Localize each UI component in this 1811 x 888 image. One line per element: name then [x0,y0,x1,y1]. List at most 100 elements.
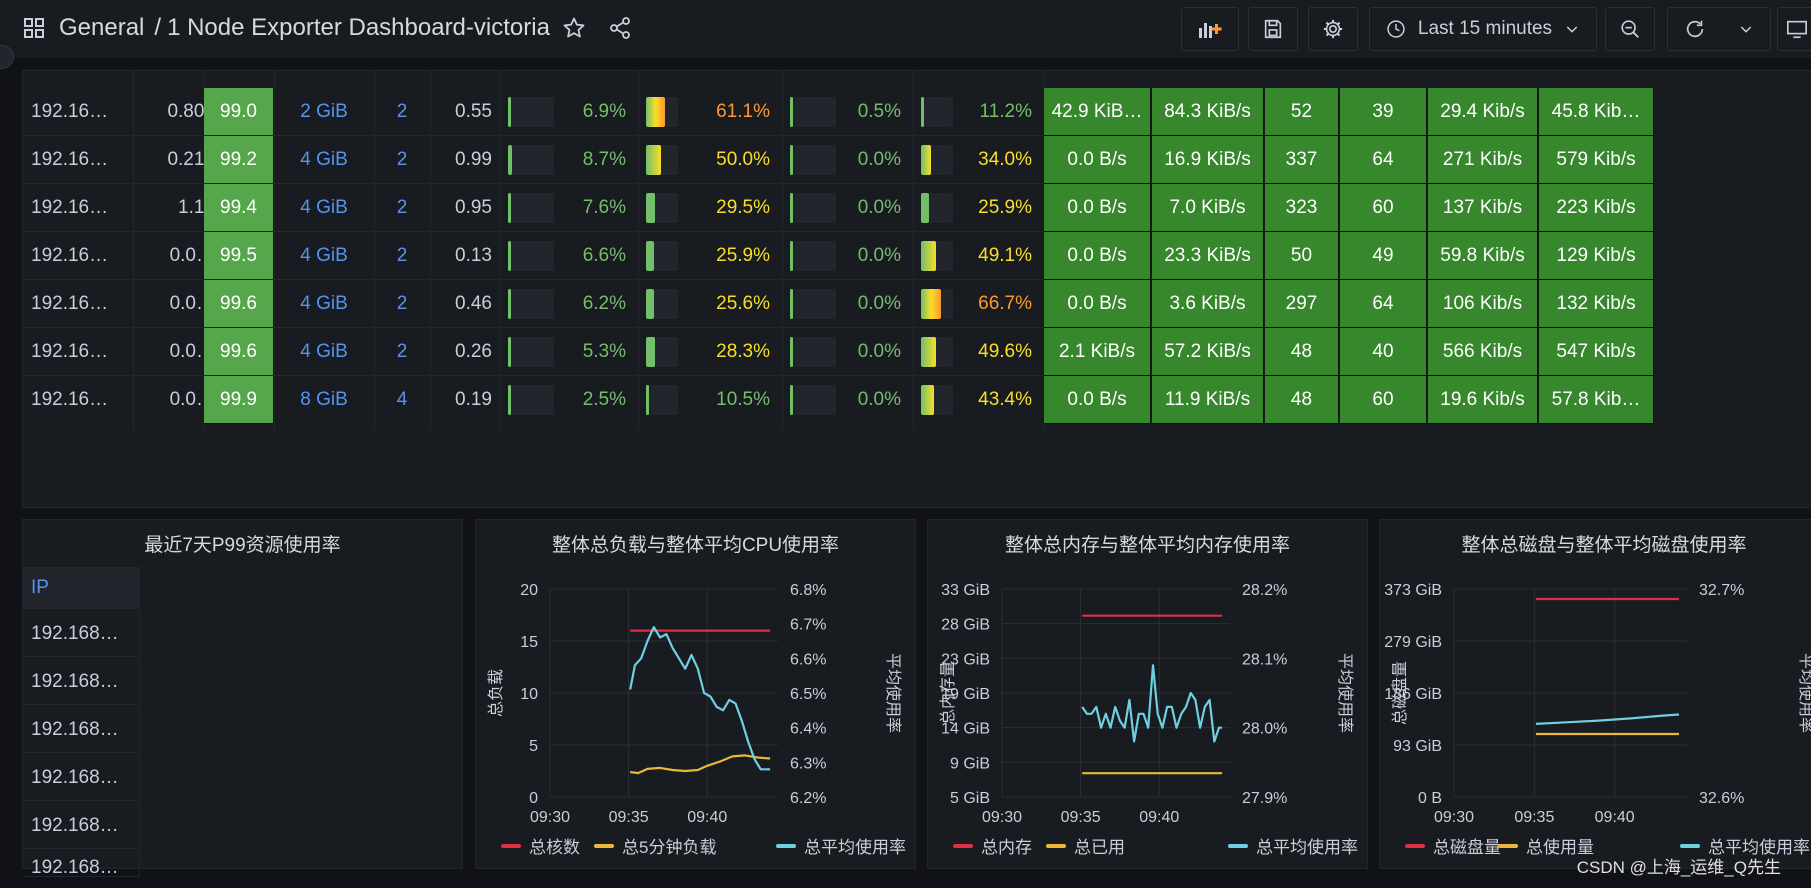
refresh-button[interactable] [1667,7,1771,51]
x-tick-label: 09:30 [1434,809,1474,826]
legend-swatch [594,843,614,848]
legend-swatch [1046,843,1066,848]
list-item[interactable]: 192.168… [23,801,140,849]
add-panel-button[interactable] [1181,7,1239,51]
gauge-value: 61.1% [716,100,770,122]
cell-ip[interactable]: 192.16… [23,232,133,279]
series-line [1081,664,1223,743]
apps-grid-icon[interactable] [24,18,44,38]
legend-item[interactable]: 总核数 [501,833,580,858]
gauge-value: 34.0% [978,148,1032,170]
y2-tick-label: 28.1% [1242,651,1287,668]
gauge-value: 10.5% [716,388,770,410]
gauge-bar [646,193,678,223]
gauge-cell-memu: 61.1% [638,88,782,135]
table-row[interactable]: 192.16… 1.17 99.4 4 GiB 2 0.95 7.6% 29.5% 0.0% 25… [23,184,1663,232]
gear-icon [1323,19,1343,39]
y-tick-label: 9 GiB [950,755,990,772]
gauge-cell-cpu: 8.7% [500,136,638,183]
cell-disk-w: 57.2 KiB/s [1152,328,1264,376]
cell-disk-r: 0.0 B/s [1044,184,1151,232]
clock-icon [1387,20,1405,38]
tv-mode-button[interactable] [1777,7,1811,51]
cell-ip[interactable]: 192.16… [23,376,133,423]
cell-ip[interactable]: 192.16… [23,136,133,183]
legend-item[interactable]: 总内存 [953,833,1032,858]
star-icon[interactable] [562,16,586,40]
cell-ip[interactable]: 192.16… [23,280,133,327]
list-item[interactable]: 192.168… [23,753,140,801]
legend-item[interactable]: 总平均使用率 [776,833,906,858]
table-row[interactable]: 192.16… 0.0… 99.6 4 GiB 2 0.46 6.2% 25.6% 0.0% 66… [23,280,1663,328]
y2-tick-label: 27.9% [1242,790,1287,807]
gauge-fill [921,193,929,223]
cell-cores: 2 [396,100,408,122]
table-row[interactable]: 192.16… 0.0… 99.9 8 GiB 4 0.19 2.5% 10.5% 0.0% 43… [23,376,1663,424]
gauge-bar [921,289,953,319]
cell-ip[interactable]: 192.16… [23,328,133,375]
list-item[interactable]: 192.168… [23,705,140,753]
refresh-interval-chevron-icon[interactable] [1738,21,1754,37]
cell-ip[interactable]: 192.16… [23,184,133,231]
legend-item[interactable]: 总已用 [1046,833,1125,858]
cell-cores: 2 [396,148,408,170]
gauge-bar [921,241,953,271]
list-item[interactable]: 192.168… [23,609,140,657]
dashboard-title[interactable]: 1 Node Exporter Dashboard-victoria [167,14,550,41]
gauge-cell-disk: 34.0% [913,136,1044,183]
legend-item[interactable]: 总5分钟负载 [594,833,716,858]
legend-item[interactable]: 总平均使用率 [1228,833,1358,858]
gauge-value: 25.9% [978,196,1032,218]
table-header-ip[interactable]: IP [23,567,140,609]
gauge-value: 0.0% [857,148,901,170]
time-range-picker[interactable]: Last 15 minutes [1369,7,1597,51]
legend-label: 总核数 [529,838,580,857]
gauge-value: 29.5% [716,196,770,218]
table-row[interactable]: 192.16… 0.805 99.0 2 GiB 2 0.55 6.9% 61.1% 0.5% 1… [23,88,1663,136]
share-icon[interactable] [608,16,632,40]
table-row[interactable]: 192.16… 0.218 99.2 4 GiB 2 0.99 8.7% 50.0% 0.0% 3… [23,136,1663,184]
cell-ip[interactable]: 192.16… [23,88,133,135]
cell-cores: 2 [396,292,408,314]
gauge-cell-disk: 66.7% [913,280,1044,327]
y2-axis-title: 平均使用率 [884,653,903,733]
gauge-bar [508,337,554,367]
list-item[interactable]: 192.168… [23,849,140,877]
gauge-bar [508,97,554,127]
y-axis-title: 总磁盘量 [1390,661,1409,725]
chart-svg: 5 GiB9 GiB14 GiB19 GiB23 GiB28 GiB33 GiB… [938,582,1355,826]
cell-net-tx: 547 Kib/s [1539,328,1654,376]
gauge-value: 50.0% [716,148,770,170]
series-line [630,754,771,775]
x-tick-label: 09:40 [687,809,727,826]
cell-procs: 64 [1340,136,1427,184]
cell-conn: 50 [1265,232,1339,280]
gauge-cell-io: 0.0% [782,376,913,423]
breadcrumb-separator: / [154,14,162,41]
table-row[interactable]: 192.16… 0.0… 99.5 4 GiB 2 0.13 6.6% 25.9% 0.0% 49… [23,232,1663,280]
gauge-cell-disk: 49.1% [913,232,1044,279]
cell-net-tx: 57.8 Kib… [1539,376,1654,424]
dashboard-settings-button[interactable] [1308,7,1358,51]
gauge-cell-io: 0.0% [782,136,913,183]
gauge-bar [921,193,953,223]
y2-tick-label: 32.6% [1699,790,1744,807]
table-row[interactable]: 192.16… 0.0… 99.6 4 GiB 2 0.26 5.3% 28.3% 0.0% 49… [23,328,1663,376]
list-item[interactable]: 192.168… [23,657,140,705]
save-dashboard-button[interactable] [1248,7,1298,51]
legend-label: 总5分钟负载 [622,838,717,857]
cell-load5: 0.46 [455,292,492,314]
breadcrumb-folder[interactable]: General [59,14,144,41]
legend-item[interactable]: 总磁盘量 [1405,833,1501,858]
y2-tick-label: 6.4% [790,721,826,738]
y-axis-title: 总内存量 [938,661,957,725]
gauge-value: 11.2% [979,100,1032,122]
cell-procs: 40 [1340,328,1427,376]
gauge-cell-cpu: 5.3% [500,328,638,375]
gauge-cell-memu: 50.0% [638,136,782,183]
gauge-fill [646,193,655,223]
gauge-value: 6.2% [582,292,626,314]
y2-axis-title: 平均使用率 [1336,653,1355,733]
cell-load5: 0.19 [455,388,492,410]
zoom-out-button[interactable] [1605,7,1655,51]
